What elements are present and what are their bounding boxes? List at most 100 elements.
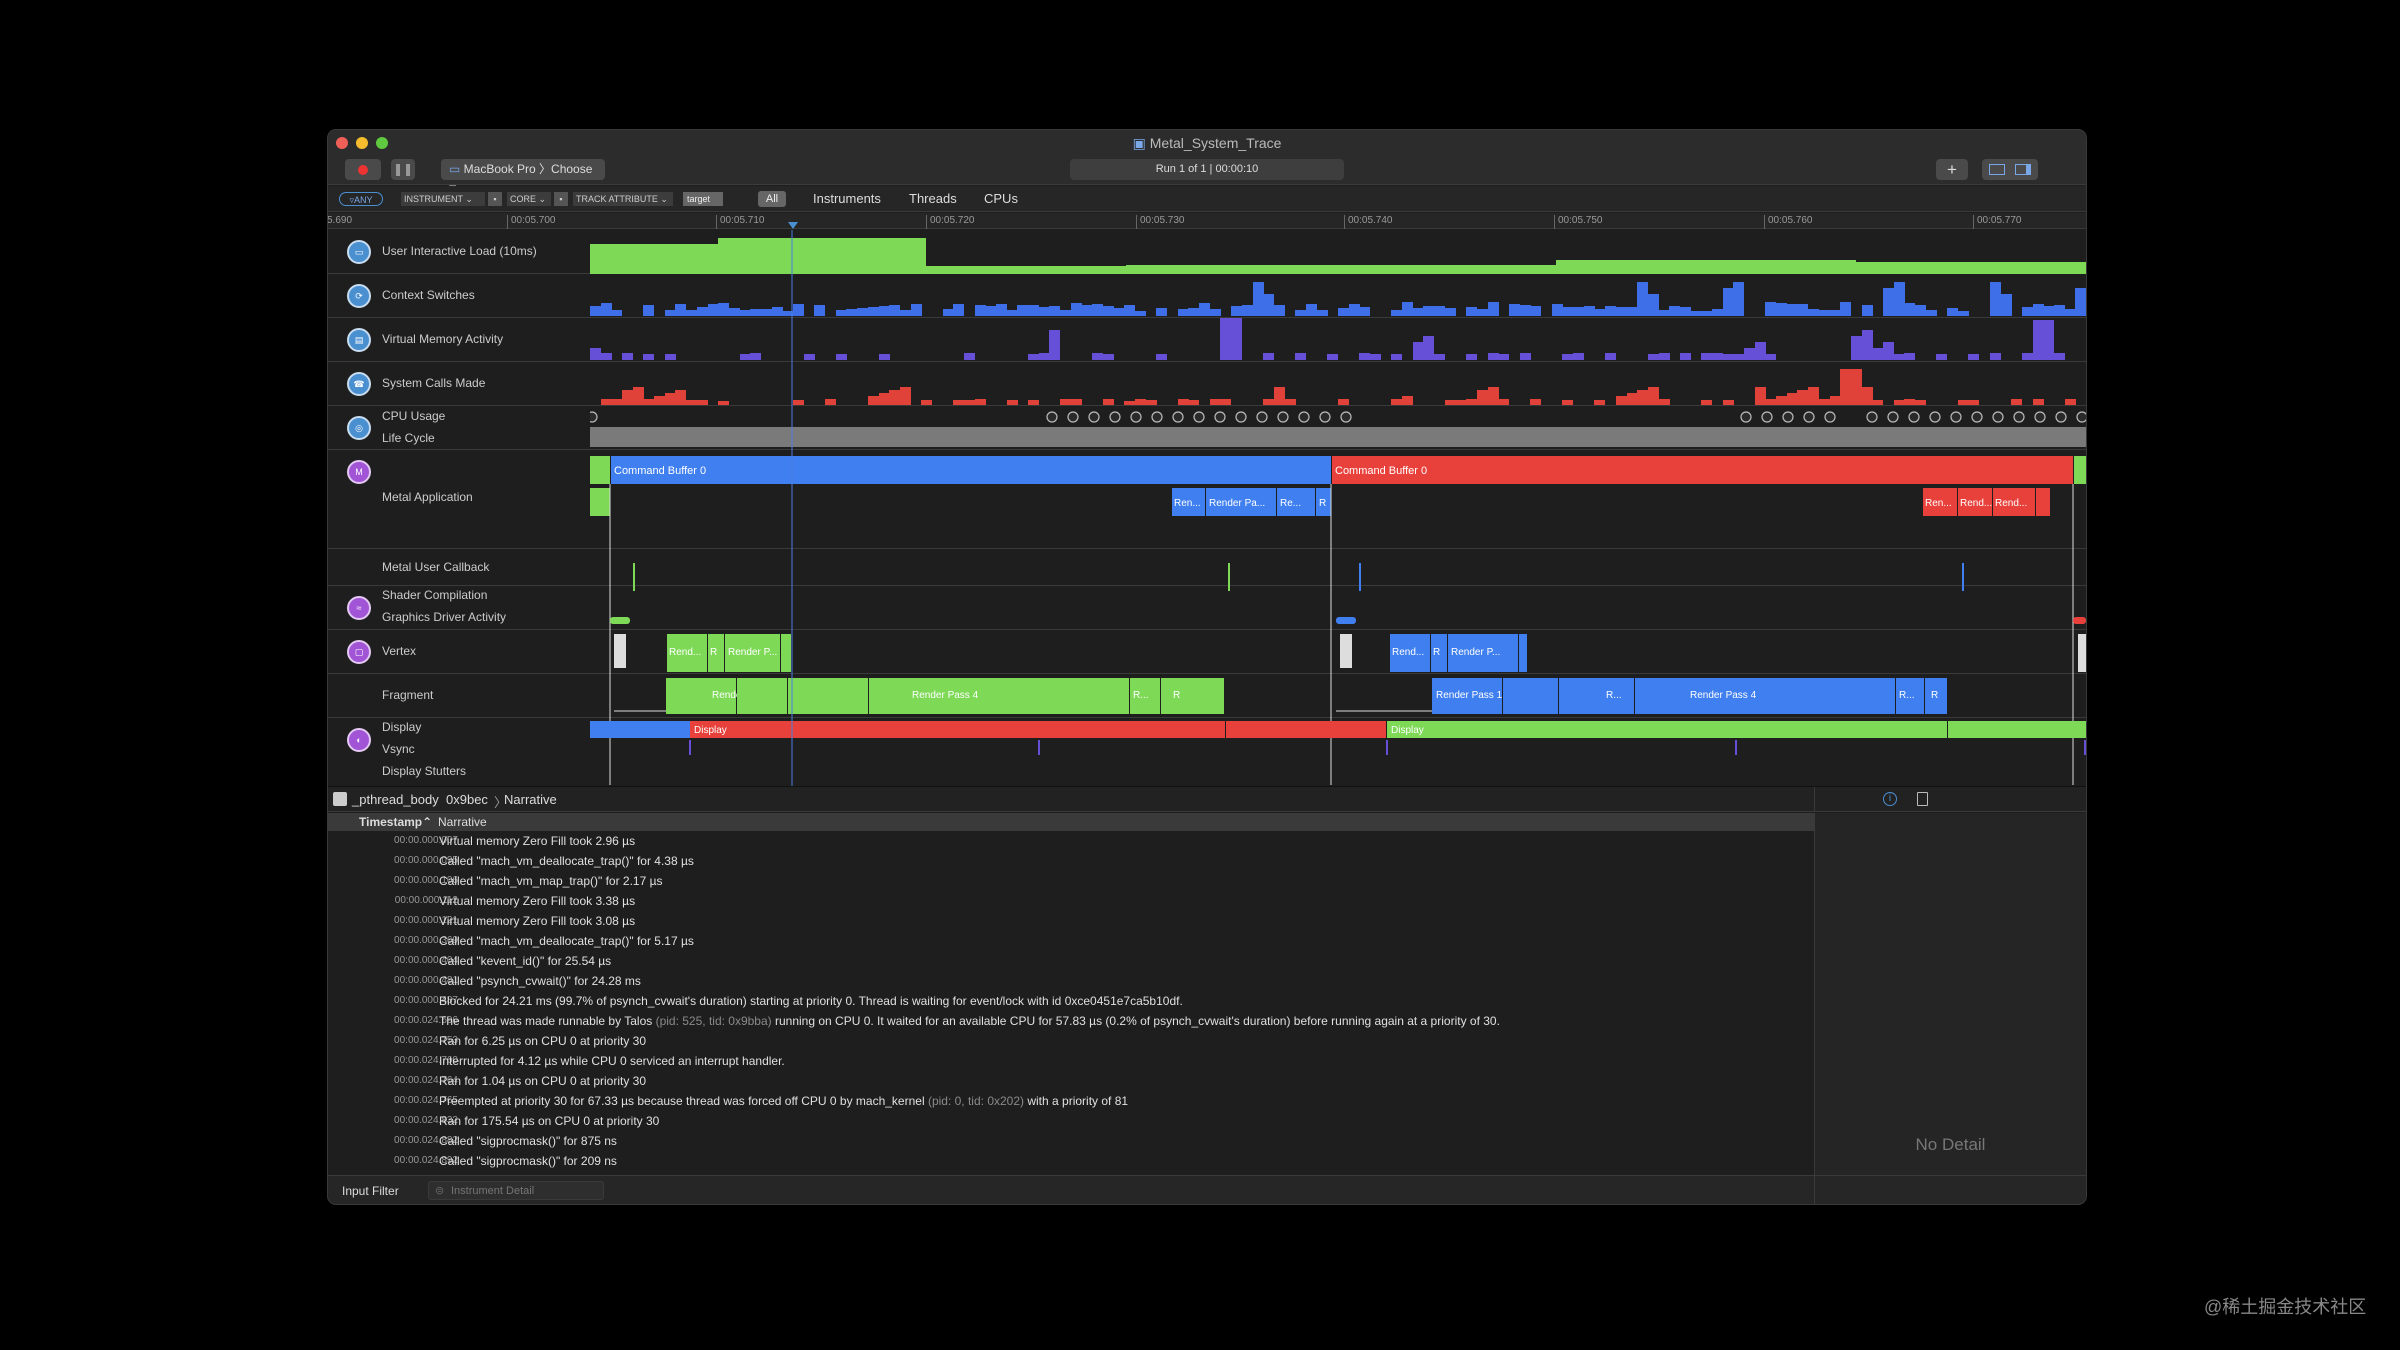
activity-bar bbox=[1242, 305, 1253, 316]
playhead-marker[interactable] bbox=[788, 222, 798, 229]
activity-bar bbox=[1840, 302, 1851, 316]
table-row[interactable]: 00:00.024.696 The thread was made runnabl… bbox=[328, 1011, 1814, 1031]
table-row[interactable]: 00:00.000.487 Blocked for 24.21 ms (99.7%… bbox=[328, 991, 1814, 1011]
cpu-pin-marker[interactable] bbox=[1088, 411, 1100, 423]
breadcrumb-thread[interactable]: _pthread_body bbox=[352, 792, 439, 807]
cpu-pin-marker[interactable] bbox=[1151, 411, 1163, 423]
target-token[interactable]: target bbox=[683, 192, 723, 206]
table-row[interactable]: 00:00.024.765 Preempted at priority 30 fo… bbox=[328, 1091, 1814, 1111]
activity-bar bbox=[740, 354, 751, 360]
table-row[interactable]: 00:00.000.121 Virtual memory Zero Fill to… bbox=[328, 911, 1814, 931]
activity-bar bbox=[1156, 354, 1167, 360]
track-attribute-filter[interactable]: TRACK ATTRIBUTE ⌄ bbox=[573, 192, 673, 206]
tab-all[interactable]: All bbox=[758, 191, 786, 207]
cpu-pin-marker[interactable] bbox=[1887, 411, 1899, 423]
cpu-pin-marker[interactable] bbox=[2076, 411, 2086, 423]
cpu-pin-marker[interactable] bbox=[1256, 411, 1268, 423]
sort-ascending-icon: ⌃ bbox=[422, 815, 433, 829]
cpu-pin-marker[interactable] bbox=[1971, 411, 1983, 423]
add-instrument-button[interactable]: + bbox=[1936, 159, 1968, 180]
cpu-pin-marker[interactable] bbox=[1109, 411, 1121, 423]
column-timestamp[interactable]: Timestamp⌃ bbox=[359, 815, 432, 829]
activity-bar bbox=[1498, 354, 1509, 360]
table-row[interactable]: 00:00.000.106 Called "mach_vm_map_trap()"… bbox=[328, 871, 1814, 891]
cpu-pin-marker[interactable] bbox=[1130, 411, 1142, 423]
activity-bar bbox=[622, 390, 633, 405]
column-narrative[interactable]: Narrative bbox=[438, 815, 487, 829]
cpu-pin-marker[interactable] bbox=[1824, 411, 1836, 423]
track-label: Shader Compilation bbox=[382, 588, 488, 602]
cpu-pin-marker[interactable] bbox=[1950, 411, 1962, 423]
pause-icon: ❚❚ bbox=[392, 162, 414, 176]
load-segment bbox=[590, 244, 718, 274]
table-row[interactable]: 00:00.000.095 Called "mach_vm_deallocate_… bbox=[328, 851, 1814, 871]
cpu-pin-marker[interactable] bbox=[2013, 411, 2025, 423]
table-row[interactable]: 00:00.024.764 Ran for 1.04 µs on CPU 0 at… bbox=[328, 1071, 1814, 1091]
cpu-pin-marker[interactable] bbox=[1929, 411, 1941, 423]
cpu-pin-marker[interactable] bbox=[1319, 411, 1331, 423]
table-row[interactable]: 00:00.000.007 Virtual memory Zero Fill to… bbox=[328, 831, 1814, 851]
ruler-tick: 00:05.700 bbox=[507, 215, 556, 229]
table-row[interactable]: 00:00.000.481 Called "psynch_cvwait()" fo… bbox=[328, 971, 1814, 991]
command-buffer-label: Command Buffer 0 bbox=[614, 465, 706, 477]
cpu-pin-marker[interactable] bbox=[1235, 411, 1247, 423]
activity-bar bbox=[1776, 396, 1787, 405]
activity-bar bbox=[975, 399, 986, 405]
breadcrumb-address[interactable]: 0x9bec bbox=[446, 792, 488, 807]
tab-threads[interactable]: Threads bbox=[909, 191, 957, 206]
load-icon: ▭ bbox=[347, 240, 371, 264]
cpu-pin-marker[interactable] bbox=[1908, 411, 1920, 423]
instrument-detail-field[interactable]: ⊜ bbox=[428, 1181, 604, 1200]
instrument-add-button[interactable]: ▪ bbox=[488, 192, 502, 206]
instrument-detail-input[interactable] bbox=[451, 1183, 599, 1198]
track-area: ▭ User Interactive Load (10ms) ⟳ Context… bbox=[328, 230, 2086, 786]
table-row[interactable]: 00:00.000.112 Virtual memory Zero Fill to… bbox=[328, 891, 1814, 911]
table-row[interactable]: 00:00.024.832 Ran for 175.54 µs on CPU 0 … bbox=[328, 1111, 1814, 1131]
tab-instruments[interactable]: Instruments bbox=[813, 191, 881, 206]
cpu-pin-marker[interactable] bbox=[1740, 411, 1752, 423]
cpu-pin-marker[interactable] bbox=[590, 411, 598, 423]
time-ruler[interactable]: 5.690 00:05.700 00:05.710 00:05.720 00:0… bbox=[328, 213, 2086, 229]
document-icon[interactable] bbox=[1917, 792, 1928, 806]
cpu-pin-marker[interactable] bbox=[1277, 411, 1289, 423]
cpu-pin-marker[interactable] bbox=[1214, 411, 1226, 423]
activity-bar bbox=[1039, 307, 1050, 316]
record-button[interactable] bbox=[345, 159, 381, 180]
instrument-filter[interactable]: INSTRUMENT ⌄ bbox=[401, 192, 485, 206]
activity-bar bbox=[1477, 309, 1488, 316]
view-toggle[interactable] bbox=[1982, 159, 2038, 180]
cpu-pin-marker[interactable] bbox=[1340, 411, 1352, 423]
table-row[interactable]: 00:00.024.882 Called "sigprocmask()" for … bbox=[328, 1131, 1814, 1151]
table-row[interactable]: 00:00.000.369 Called "mach_vm_deallocate_… bbox=[328, 931, 1814, 951]
pause-button[interactable]: ❚❚ bbox=[391, 159, 415, 180]
document-icon: ▣ bbox=[1132, 135, 1150, 151]
input-filter-label[interactable]: Input Filter bbox=[342, 1184, 399, 1198]
cpu-pin-marker[interactable] bbox=[1992, 411, 2004, 423]
cpu-pin-marker[interactable] bbox=[2034, 411, 2046, 423]
cpu-pin-marker[interactable] bbox=[1761, 411, 1773, 423]
table-row[interactable]: 00:00.024.892 Called "sigprocmask()" for … bbox=[328, 1151, 1814, 1171]
activity-bar bbox=[1071, 399, 1082, 405]
cpu-pin-marker[interactable] bbox=[1298, 411, 1310, 423]
core-add-button[interactable]: ▪ bbox=[554, 192, 568, 206]
any-filter[interactable]: ▿ANY bbox=[339, 192, 383, 206]
cpu-pin-marker[interactable] bbox=[1067, 411, 1079, 423]
cpu-pin-marker[interactable] bbox=[1866, 411, 1878, 423]
table-row[interactable]: 00:00.000.404 Called "kevent_id()" for 25… bbox=[328, 951, 1814, 971]
core-filter[interactable]: CORE ⌄ bbox=[507, 192, 551, 206]
table-row[interactable]: 00:00.024.753 Ran for 6.25 µs on CPU 0 at… bbox=[328, 1031, 1814, 1051]
activity-bar bbox=[857, 308, 868, 316]
cpu-pin-marker[interactable] bbox=[1172, 411, 1184, 423]
cpu-pin-marker[interactable] bbox=[1193, 411, 1205, 423]
cpu-pin-marker[interactable] bbox=[1803, 411, 1815, 423]
target-selector[interactable]: ▭ MacBook Pro 〉Choose Target... bbox=[441, 159, 605, 197]
tab-cpus[interactable]: CPUs bbox=[984, 191, 1018, 206]
cpu-pin-marker[interactable] bbox=[1046, 411, 1058, 423]
cpu-pin-marker[interactable] bbox=[2055, 411, 2067, 423]
timeline-plot[interactable]: Command Buffer 0 Command Buffer 0 Ren...… bbox=[590, 230, 2086, 786]
breadcrumb-view[interactable]: Narrative bbox=[504, 792, 557, 807]
activity-bar bbox=[1488, 387, 1499, 405]
table-row[interactable]: 00:00.024.760 Interrupted for 4.12 µs whi… bbox=[328, 1051, 1814, 1071]
info-icon[interactable]: i bbox=[1883, 792, 1897, 806]
cpu-pin-marker[interactable] bbox=[1782, 411, 1794, 423]
